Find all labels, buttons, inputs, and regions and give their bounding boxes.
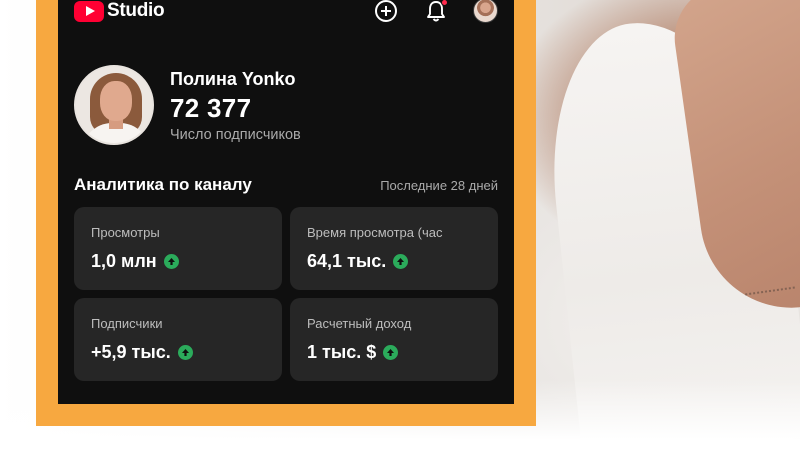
metric-card-watch-time[interactable]: Время просмотра (час 64,1 тыс. bbox=[290, 207, 498, 290]
metric-label: Время просмотра (час bbox=[307, 225, 443, 240]
metric-value-row: 1,0 млн bbox=[91, 251, 179, 272]
metric-label: Расчетный доход bbox=[307, 316, 412, 331]
metric-value: 1 тыс. $ bbox=[307, 342, 377, 362]
metric-value-row: 1 тыс. $ bbox=[307, 342, 399, 363]
add-icon[interactable] bbox=[373, 0, 399, 24]
subscriber-label: Число подписчиков bbox=[170, 127, 301, 143]
trend-up-icon bbox=[163, 254, 179, 269]
channel-name: Полина Yonko bbox=[170, 69, 296, 89]
metric-card-subscribers[interactable]: Подписчики +5,9 тыс. bbox=[74, 298, 282, 381]
trend-up-icon bbox=[177, 345, 193, 360]
metric-value-row: +5,9 тыс. bbox=[91, 342, 193, 363]
subscriber-count: 72 377 bbox=[170, 93, 252, 123]
bell-icon[interactable] bbox=[423, 0, 449, 24]
trend-up-icon bbox=[393, 254, 409, 269]
trend-up-icon bbox=[383, 345, 399, 360]
youtube-logo-icon bbox=[74, 0, 104, 22]
metric-value-row: 64,1 тыс. bbox=[307, 251, 409, 272]
metric-label: Просмотры bbox=[91, 225, 160, 240]
channel-avatar[interactable] bbox=[74, 65, 154, 145]
metric-value: 1,0 млн bbox=[91, 251, 157, 271]
app-top-bar: Studio bbox=[58, 0, 514, 26]
logo-text: Studio bbox=[107, 0, 165, 21]
metric-card-revenue[interactable]: Расчетный доход 1 тыс. $ bbox=[290, 298, 498, 381]
metric-card-views[interactable]: Просмотры 1,0 млн bbox=[74, 207, 282, 290]
metric-value: 64,1 тыс. bbox=[307, 251, 387, 271]
metric-value: +5,9 тыс. bbox=[91, 342, 171, 362]
metric-label: Подписчики bbox=[91, 316, 163, 331]
studio-app-screen: Studio Полина Yonko 72 377 Число подписч… bbox=[58, 0, 514, 404]
studio-logo[interactable]: Studio bbox=[74, 0, 165, 22]
analytics-title: Аналитика по каналу bbox=[74, 175, 252, 194]
account-avatar[interactable] bbox=[473, 0, 498, 23]
analytics-period: Последние 28 дней bbox=[380, 178, 498, 193]
